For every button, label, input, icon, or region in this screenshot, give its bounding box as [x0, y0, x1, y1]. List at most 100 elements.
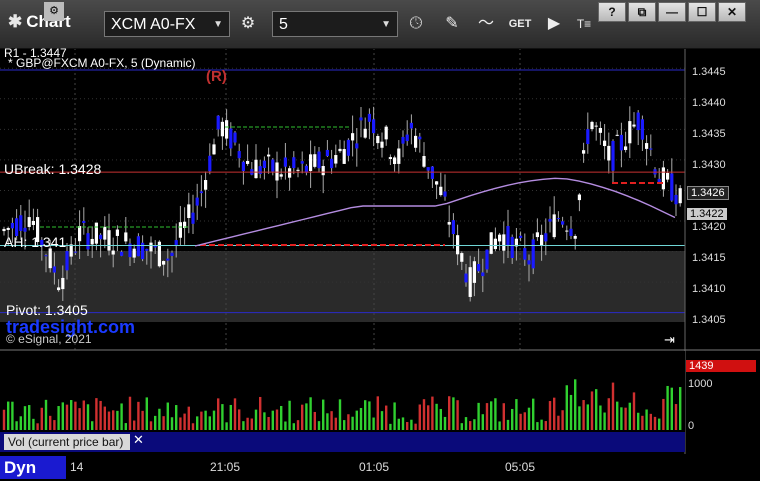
volume-study-label[interactable]: Vol (current price bar) — [4, 434, 130, 450]
interval-combo[interactable]: 5 ▼ — [272, 11, 398, 37]
price-axis-label: 1.3415 — [692, 252, 726, 264]
volume-bar — [212, 410, 216, 430]
volume-bar — [44, 399, 48, 430]
symbol-line: * GBP@FXCM A0-FX, 5 (Dynamic) — [8, 56, 196, 70]
candle-body — [258, 166, 262, 174]
volume-bar — [469, 421, 472, 430]
volume-bar — [347, 414, 350, 430]
candle-body — [94, 222, 98, 244]
candle-body — [384, 126, 388, 140]
volume-bar — [578, 406, 581, 430]
volume-bar — [364, 400, 367, 430]
volume-bar — [338, 399, 342, 430]
candle-body — [628, 121, 632, 144]
minimize-button[interactable]: — — [658, 2, 686, 22]
settings-icon[interactable]: ⚙ — [44, 2, 64, 21]
candle-body — [267, 154, 271, 157]
candle-body — [178, 222, 182, 238]
volume-bar — [233, 398, 237, 430]
chart-canvas[interactable] — [0, 0, 760, 481]
candle-body — [103, 226, 107, 240]
symbol-combo[interactable]: XCM A0-FX ▼ — [104, 11, 230, 37]
close-icon[interactable]: ✕ — [133, 432, 144, 448]
clock-icon[interactable]: 🕓︎ — [402, 11, 430, 37]
volume-bar — [292, 423, 295, 430]
volume-bar — [439, 408, 442, 430]
price-axis-label: 1.3420 — [692, 221, 726, 233]
candle-body — [124, 232, 128, 242]
volume-bar — [154, 415, 157, 430]
volume-bar — [11, 401, 14, 430]
volume-bar — [82, 400, 85, 430]
play-icon[interactable]: ▶ — [540, 11, 568, 37]
candle-body — [73, 251, 77, 253]
candle-body — [376, 136, 380, 144]
candle-body — [292, 157, 296, 169]
volume-bar — [250, 418, 253, 430]
volume-bar — [485, 403, 489, 430]
volume-bar — [271, 410, 274, 430]
candle-body — [531, 239, 535, 269]
maximize-button[interactable]: ☐ — [688, 2, 716, 22]
candle-body — [107, 230, 111, 251]
candle-body — [317, 151, 321, 169]
get-icon[interactable]: GET — [506, 11, 534, 37]
volume-bar — [95, 398, 98, 430]
help-button[interactable]: ? — [598, 2, 626, 22]
volume-bar — [376, 396, 379, 430]
candle-body — [598, 127, 602, 133]
candle-body — [414, 135, 418, 148]
volume-bar — [40, 407, 43, 430]
gear-icon[interactable]: ⚙ — [234, 11, 262, 37]
volume-bar — [561, 410, 564, 430]
volume-bar — [553, 397, 556, 430]
pencil-icon[interactable]: ✎ — [438, 11, 466, 37]
candle-body — [82, 220, 86, 223]
candle-body — [493, 238, 497, 250]
volume-bar — [145, 397, 148, 430]
volume-bar — [620, 407, 623, 430]
close-button[interactable]: ✕ — [718, 2, 746, 22]
volume-bar — [57, 406, 60, 430]
volume-bar — [238, 409, 241, 430]
volume-bar — [628, 402, 631, 430]
link-button[interactable]: ⧉ — [628, 2, 656, 22]
volume-bar — [204, 410, 207, 430]
candle-body — [678, 188, 682, 204]
candle-body — [288, 168, 292, 178]
text-icon[interactable]: T≡ — [570, 11, 598, 37]
volume-bar — [506, 419, 510, 430]
candle-body — [607, 145, 611, 161]
candle-body — [145, 248, 149, 251]
candle-body — [645, 143, 649, 149]
candle-body — [405, 134, 409, 142]
scroll-to-end-icon[interactable]: ⇥ — [664, 332, 675, 348]
volume-bar — [158, 408, 161, 430]
study-icon[interactable]: 〜 — [472, 11, 500, 37]
volume-bar — [603, 412, 606, 430]
volume-bar — [221, 404, 224, 430]
candle-body — [409, 122, 413, 129]
volume-pane-header: Vol (current price bar) ✕ — [0, 432, 685, 452]
volume-bar — [351, 416, 354, 430]
volume-bar — [527, 407, 531, 430]
candle-body — [65, 251, 69, 271]
candle-body — [670, 173, 674, 201]
volume-bar — [385, 405, 388, 430]
volume-bar — [107, 411, 111, 430]
volume-bar — [540, 419, 543, 430]
volume-bar — [179, 417, 182, 430]
dynamic-button[interactable]: Dyn — [0, 456, 66, 479]
candle-body — [439, 186, 443, 196]
candle-body — [561, 221, 565, 225]
volume-bar — [670, 387, 673, 430]
volume-bar — [511, 408, 514, 430]
volume-bar — [137, 401, 140, 430]
candle-body — [380, 141, 384, 148]
candle-body — [594, 125, 598, 127]
volume-bar — [460, 423, 463, 430]
volume-bar — [309, 397, 312, 430]
candle-body — [401, 136, 405, 144]
volume-bar — [574, 379, 577, 430]
signal-r-label: (R) — [206, 68, 227, 85]
